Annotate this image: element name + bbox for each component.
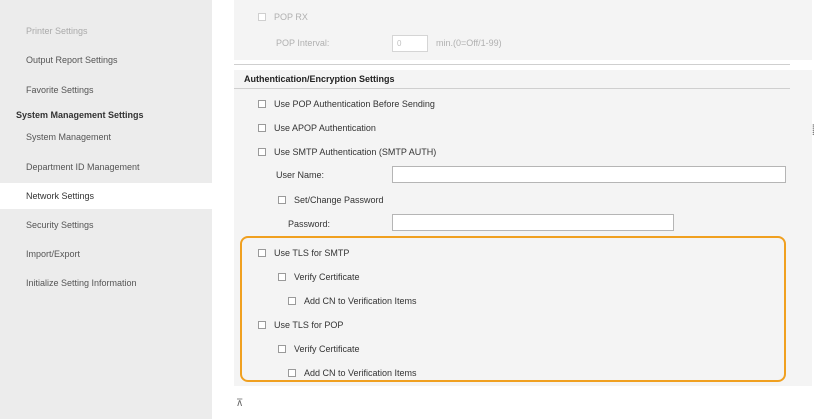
use-apop-row[interactable]: Use APOP Authentication (258, 121, 376, 135)
add-cn-pop-row[interactable]: Add CN to Verification Items (288, 366, 417, 380)
page-top-icon[interactable]: ⊼ (236, 398, 243, 409)
sidebar: Printer Settings Output Report Settings … (0, 0, 213, 419)
sidebar-item-favorite-settings[interactable]: Favorite Settings (0, 77, 212, 103)
sidebar-item-network-settings[interactable]: Network Settings (0, 183, 212, 209)
use-tls-smtp-checkbox[interactable] (258, 249, 266, 257)
use-tls-smtp-row[interactable]: Use TLS for SMTP (258, 246, 349, 260)
use-smtp-auth-label: Use SMTP Authentication (SMTP AUTH) (274, 147, 437, 157)
add-cn-smtp-checkbox[interactable] (288, 297, 296, 305)
verify-certificate-smtp-checkbox[interactable] (278, 273, 286, 281)
pop-interval-label: POP Interval: (276, 38, 330, 48)
pop-rx-label: POP RX (274, 12, 308, 22)
sidebar-item-security-settings[interactable]: Security Settings (0, 212, 212, 238)
pop-settings-panel (234, 0, 812, 60)
sidebar-item-import-export[interactable]: Import/Export (0, 241, 212, 267)
pop-rx-checkbox-row[interactable]: POP RX (258, 10, 308, 24)
use-tls-pop-checkbox[interactable] (258, 321, 266, 329)
use-apop-checkbox[interactable] (258, 124, 266, 132)
use-tls-smtp-label: Use TLS for SMTP (274, 248, 350, 258)
auth-section-title: Authentication/Encryption Settings (244, 74, 395, 84)
verify-certificate-smtp-row[interactable]: Verify Certificate (278, 270, 360, 284)
use-smtp-auth-checkbox[interactable] (258, 148, 266, 156)
sidebar-item-department-id-management[interactable]: Department ID Management (0, 154, 212, 180)
user-name-label: User Name: (276, 170, 325, 180)
pop-interval-input[interactable]: 0 (392, 35, 428, 52)
use-pop-auth-row[interactable]: Use POP Authentication Before Sending (258, 97, 435, 111)
password-label: Password: (288, 219, 331, 229)
set-change-password-label: Set/Change Password (294, 195, 384, 205)
use-tls-pop-label: Use TLS for POP (274, 320, 344, 330)
section-title-divider (234, 88, 790, 89)
sidebar-heading-system-management-settings: System Management Settings (16, 110, 144, 120)
add-cn-smtp-label: Add CN to Verification Items (304, 296, 417, 306)
use-apop-label: Use APOP Authentication (274, 123, 376, 133)
use-tls-pop-row[interactable]: Use TLS for POP (258, 318, 343, 332)
password-input[interactable] (392, 214, 674, 231)
add-cn-pop-checkbox[interactable] (288, 369, 296, 377)
verify-certificate-pop-checkbox[interactable] (278, 345, 286, 353)
sidebar-item-printer-settings[interactable]: Printer Settings (0, 18, 212, 44)
set-change-password-checkbox[interactable] (278, 196, 286, 204)
use-pop-auth-checkbox[interactable] (258, 100, 266, 108)
sidebar-item-initialize-setting-information[interactable]: Initialize Setting Information (0, 270, 212, 296)
use-pop-auth-label: Use POP Authentication Before Sending (274, 99, 435, 109)
use-smtp-auth-row[interactable]: Use SMTP Authentication (SMTP AUTH) (258, 145, 436, 159)
add-cn-smtp-row[interactable]: Add CN to Verification Items (288, 294, 417, 308)
user-name-input[interactable] (392, 166, 786, 183)
pop-interval-unit: min.(0=Off/1-99) (436, 38, 502, 48)
sidebar-item-output-report-settings[interactable]: Output Report Settings (0, 47, 212, 73)
double-bar-icon: ⸽ (812, 125, 815, 136)
section-divider (234, 64, 790, 65)
pop-rx-checkbox[interactable] (258, 13, 266, 21)
verify-certificate-pop-row[interactable]: Verify Certificate (278, 342, 360, 356)
set-change-password-row[interactable]: Set/Change Password (278, 193, 384, 207)
verify-certificate-smtp-label: Verify Certificate (294, 272, 360, 282)
add-cn-pop-label: Add CN to Verification Items (304, 368, 417, 378)
verify-certificate-pop-label: Verify Certificate (294, 344, 360, 354)
sidebar-item-system-management[interactable]: System Management (0, 124, 212, 150)
